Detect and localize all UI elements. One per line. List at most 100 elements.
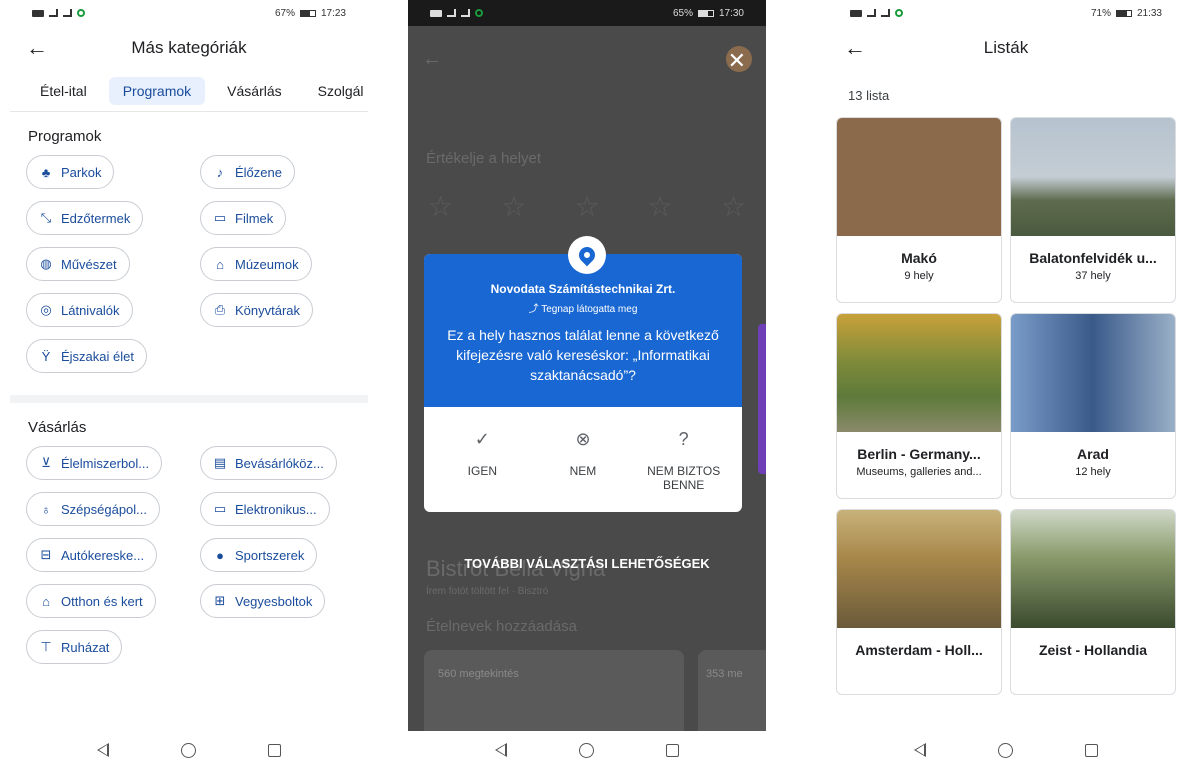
- more-options-button[interactable]: TOVÁBBI VÁLASZTÁSI LEHETŐSÉGEK: [408, 556, 766, 571]
- category-chip[interactable]: ⤡ Edzőtermek: [26, 201, 144, 235]
- question-circle-icon: ?: [678, 429, 689, 449]
- category-chip[interactable]: ⌂ Múzeumok: [200, 247, 312, 281]
- yes-button[interactable]: ✓ IGEN: [432, 429, 532, 492]
- page-title: Más kategóriák: [131, 38, 247, 57]
- museum-icon: ⌂: [216, 256, 224, 272]
- dialog-actions: ✓ IGEN ⊗ NEM ? NEM BIZTOS BENNE: [424, 407, 742, 512]
- shirt-icon: ⊤: [40, 639, 52, 654]
- section-title-shopping: Vásárlás: [28, 419, 87, 436]
- chip-label: Bevásárlóköz...: [235, 455, 324, 471]
- category-chip[interactable]: ▭ Elektronikus...: [200, 492, 330, 526]
- category-chip[interactable]: ⊤ Ruházat: [26, 630, 123, 664]
- nav-back-icon[interactable]: [495, 743, 507, 757]
- background-place-sub: Írem fotót töltött fel · Bisztró: [426, 586, 549, 597]
- list-thumbnail: [1011, 118, 1175, 236]
- no-button[interactable]: ⊗ NEM: [533, 429, 633, 492]
- visited-label: Tegnap látogatta meg: [541, 304, 638, 315]
- not-sure-button[interactable]: ? NEM BIZTOS BENNE: [634, 429, 734, 492]
- category-chip[interactable]: ▤ Bevásárlóköz...: [200, 446, 337, 480]
- nav-home-icon[interactable]: [181, 742, 196, 758]
- views-count: 560 megtekintés: [438, 668, 519, 680]
- star-icon: ☆: [501, 191, 527, 222]
- star-icon: ☆: [647, 191, 673, 222]
- tab-services[interactable]: Szolgál: [304, 77, 368, 105]
- battery-icon: [697, 9, 714, 17]
- nav-back-icon[interactable]: [97, 743, 109, 757]
- park-icon: ♣: [41, 164, 51, 180]
- category-chip[interactable]: ♁ Szépségápol...: [26, 492, 161, 526]
- dimmed-app-bar: ←: [422, 44, 752, 74]
- list-name: Amsterdam - Holl...: [855, 642, 983, 658]
- list-thumbnail: [1011, 314, 1175, 432]
- views-count: 353 me: [706, 668, 743, 680]
- tab-programs[interactable]: Programok: [108, 76, 206, 105]
- chip-label: Élőzene: [235, 164, 282, 180]
- signal-icon: [49, 9, 58, 17]
- nav-home-icon[interactable]: [998, 742, 1013, 758]
- category-chip[interactable]: ⊻ Élelmiszerbol...: [26, 446, 163, 480]
- x-circle-icon: ⊗: [575, 429, 591, 449]
- star-icon: ☆: [428, 191, 454, 222]
- check-circle-icon: ✓: [474, 429, 490, 449]
- chip-label: Élelmiszerbol...: [61, 455, 150, 471]
- close-icon[interactable]: ✕: [728, 48, 746, 74]
- list-subtitle: 9 hely: [904, 270, 934, 282]
- signal-icon: [447, 9, 456, 17]
- battery-icon: [299, 9, 316, 17]
- nav-recent-icon[interactable]: [666, 743, 679, 757]
- list-card[interactable]: Arad 12 hely: [1010, 313, 1176, 499]
- signal-icon: [461, 9, 470, 17]
- category-chip[interactable]: ▭ Filmek: [200, 201, 287, 235]
- nav-back-icon[interactable]: [914, 743, 926, 757]
- chip-label: Edzőtermek: [61, 210, 131, 226]
- star-icon: ☆: [574, 191, 600, 222]
- movie-icon: ▭: [213, 210, 227, 225]
- rating-stars: ☆ ☆ ☆ ☆ ☆: [428, 190, 746, 223]
- list-card[interactable]: Berlin - Germany... Museums, galleries a…: [836, 313, 1002, 499]
- list-name: Zeist - Hollandia: [1038, 642, 1148, 658]
- tab-food[interactable]: Étel-ital: [26, 77, 101, 105]
- category-chip[interactable]: ⊟ Autókereske...: [26, 538, 158, 572]
- star-icon: ☆: [720, 191, 746, 222]
- list-card[interactable]: Zeist - Hollandia: [1010, 509, 1176, 695]
- electronics-icon: ▭: [213, 501, 227, 516]
- list-name: Makó: [901, 250, 937, 266]
- nav-recent-icon[interactable]: [1085, 743, 1098, 757]
- category-chip[interactable]: Ÿ Éjszakai élet: [26, 339, 147, 373]
- chip-label: Autókereske...: [61, 547, 145, 563]
- chip-label: Könyvtárak: [235, 302, 301, 318]
- battery-text: 65%: [672, 7, 693, 19]
- status-bar: 65% 17:30: [408, 0, 766, 26]
- category-chip[interactable]: ⎙ Könyvtárak: [200, 293, 314, 327]
- list-card[interactable]: Amsterdam - Holl...: [836, 509, 1002, 695]
- signal-icon: [867, 9, 876, 17]
- category-chip[interactable]: ◍ Művészet: [26, 247, 130, 281]
- list-card[interactable]: Balatonfelvidék u... 37 hely: [1010, 117, 1176, 303]
- list-card[interactable]: Makó 9 hely: [836, 117, 1002, 303]
- chip-label: Parkok: [61, 164, 102, 180]
- dumbbell-icon: ⤡: [40, 210, 52, 225]
- list-thumbnail: [837, 118, 1001, 236]
- nav-recent-icon[interactable]: [268, 743, 281, 757]
- tab-shopping[interactable]: Vásárlás: [213, 77, 295, 105]
- visited-text: ⤴ Tegnap látogatta meg: [440, 300, 726, 315]
- category-chip[interactable]: ⌂ Otthon és kert: [26, 584, 156, 618]
- chip-label: Művészet: [61, 256, 117, 272]
- lists-grid: Makó 9 hely Balatonfelvidék u... 37 hely…: [828, 117, 1184, 695]
- category-chip[interactable]: ⊞ Vegyesboltok: [200, 584, 326, 618]
- mall-icon: ▤: [213, 455, 227, 470]
- chip-label: Otthon és kert: [61, 593, 143, 609]
- app-icon: [895, 9, 903, 17]
- back-arrow-icon: ←: [422, 47, 442, 70]
- category-chip[interactable]: ♣ Parkok: [26, 155, 115, 189]
- system-nav-bar: [828, 731, 1184, 769]
- category-chip[interactable]: ♪ Élőzene: [200, 155, 295, 189]
- nightlife-icon: Ÿ: [41, 348, 51, 364]
- background-add-dishes: Ételnevek hozzáadása: [426, 618, 577, 635]
- home-garden-icon: ⌂: [42, 593, 50, 609]
- nav-home-icon[interactable]: [579, 742, 594, 758]
- sim-icon: [32, 9, 44, 17]
- category-chip[interactable]: ● Sportszerek: [200, 538, 318, 572]
- background-card-edge: [758, 324, 766, 474]
- category-chip[interactable]: ◎ Látnivalók: [26, 293, 133, 327]
